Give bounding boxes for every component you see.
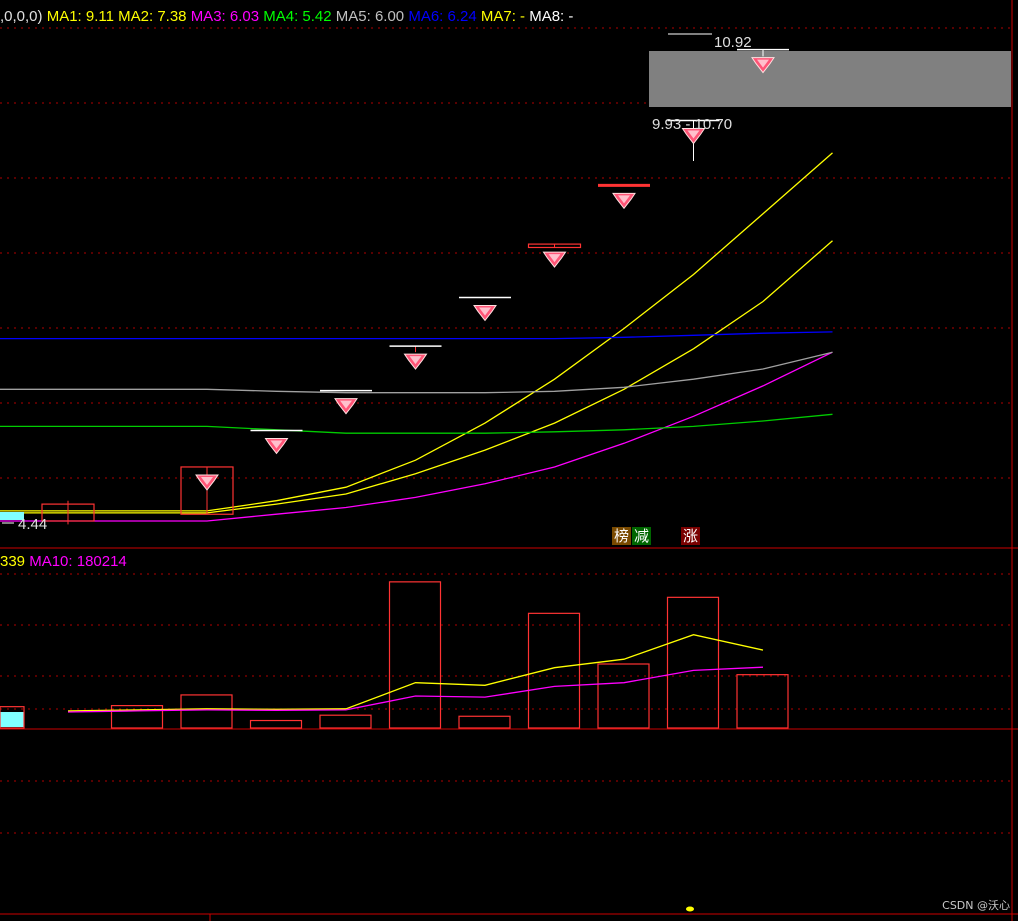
volume-ma-line — [67, 666, 764, 713]
ma-legend-item: MA2: 7.38 — [118, 8, 191, 25]
volume-ma10-label: MA10: 180214 — [29, 553, 127, 570]
volume-bar — [458, 715, 511, 729]
stock-chart: ,0,0,0) MA1: 9.11 MA2: 7.38 MA3: 6.03 MA… — [0, 0, 1018, 921]
volume-bar — [527, 612, 581, 729]
ma-legend-item: MA7: - — [481, 8, 529, 25]
volume-ma-value: 339 — [0, 553, 29, 570]
ma-line-ma6 — [0, 331, 833, 340]
ma-legend-item: MA3: 6.03 — [191, 8, 264, 25]
tag-badge-2: 减 — [632, 527, 652, 545]
signal-dot — [686, 906, 694, 912]
ma-header: ,0,0,0) MA1: 9.11 MA2: 7.38 MA3: 6.03 MA… — [0, 8, 573, 25]
ma-legend-item: MA1: 9.11 — [47, 8, 118, 25]
volume-bar — [180, 694, 233, 729]
volume-bar — [319, 714, 372, 729]
low-value-label: 4.44 — [18, 516, 47, 533]
ma-line-ma4 — [0, 413, 833, 434]
volume-bar — [666, 596, 720, 729]
ma-header-prefix: ,0,0,0) — [0, 8, 47, 25]
volume-bar — [388, 581, 442, 729]
volume-header: 339 MA10: 180214 — [0, 553, 127, 570]
volume-bar — [736, 674, 789, 729]
watermark: CSDN @沃心 — [942, 899, 1010, 912]
ma-legend-item: MA5: 6.00 — [336, 8, 409, 25]
tag-badge-1: 榜 — [612, 527, 632, 545]
tag-badge-3: 涨 — [681, 527, 701, 545]
cyan-block — [0, 712, 24, 727]
ma-legend-item: MA4: 5.42 — [263, 8, 336, 25]
range-value-label: 9.93 - 10.70 — [652, 116, 732, 133]
volume-bar — [249, 719, 303, 729]
ma-legend-item: MA6: 6.24 — [408, 8, 481, 25]
volume-ma-line — [67, 634, 764, 712]
target-zone — [649, 51, 1011, 107]
high-value-label: 10.92 — [714, 34, 752, 51]
ma-line-ma1 — [0, 152, 833, 512]
volume-bar — [597, 663, 650, 729]
ma-legend-item: MA8: - — [529, 8, 573, 25]
